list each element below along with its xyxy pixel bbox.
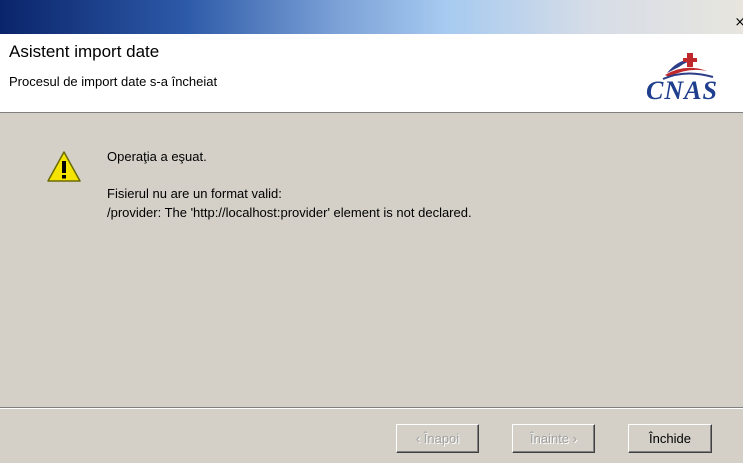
- wizard-content: Operaţia a eşuat. Fisierul nu are un for…: [0, 113, 743, 407]
- close-window-button[interactable]: ×: [733, 16, 743, 30]
- warning-icon: [47, 151, 81, 182]
- back-button[interactable]: ‹ Înapoi: [396, 424, 479, 453]
- next-button[interactable]: Înainte ›: [512, 424, 595, 453]
- footer-separator: [0, 407, 743, 409]
- error-message-line-1: Fisierul nu are un format valid:: [107, 186, 282, 201]
- cnas-logo: CNAS: [627, 49, 737, 104]
- wizard-subtitle: Procesul de import date s-a încheiat: [9, 74, 218, 89]
- close-button[interactable]: Închide: [628, 424, 712, 453]
- title-bar: ×: [0, 0, 743, 34]
- wizard-title: Asistent import date: [9, 42, 160, 61]
- error-heading: Operaţia a eşuat.: [107, 149, 207, 164]
- import-wizard-window: × Asistent import date Procesul de impor…: [0, 0, 743, 463]
- wizard-header: Asistent import date Procesul de import …: [0, 34, 743, 113]
- cnas-logo-text: CNAS: [646, 76, 718, 105]
- error-message-line-2: /provider: The 'http://localhost:provide…: [107, 205, 472, 220]
